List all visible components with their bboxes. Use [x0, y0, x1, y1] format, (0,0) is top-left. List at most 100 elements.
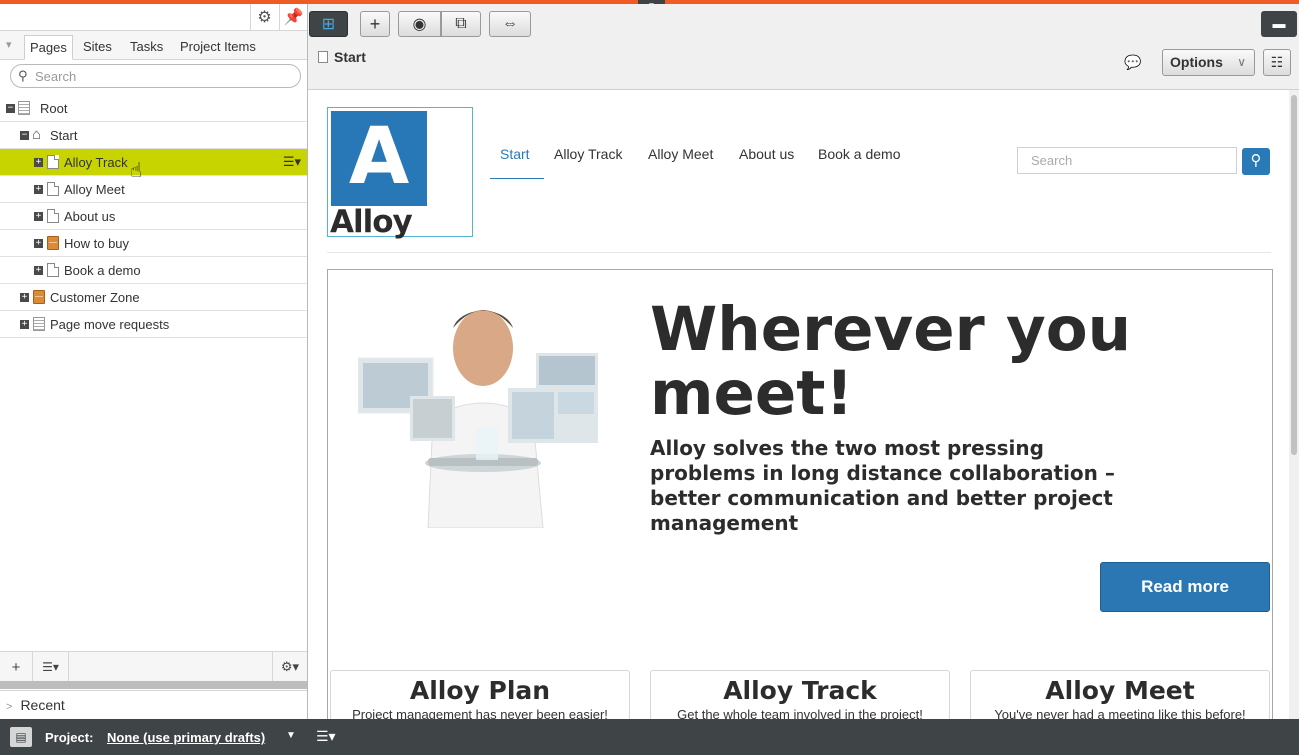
nav-alloy-track[interactable]: Alloy Track: [554, 146, 622, 162]
collapse-icon[interactable]: −: [20, 131, 29, 140]
page-title: Start: [334, 49, 366, 65]
cms-editor: ▼ ⚙ 📌 ▾ Pages Sites Tasks Project Items …: [0, 0, 1299, 755]
scrollbar-thumb[interactable]: [1291, 95, 1297, 455]
preview-scrollbar[interactable]: [1289, 90, 1299, 719]
read-more-button[interactable]: Read more: [1100, 562, 1270, 612]
comment-icon[interactable]: 💬: [1124, 54, 1141, 71]
hero-subtitle: Alloy solves the two most pressing probl…: [650, 436, 1115, 535]
assets-folder-button[interactable]: ▬: [1261, 11, 1297, 37]
hand-cursor-icon: ☝: [130, 160, 143, 182]
product-card-alloy-plan[interactable]: Alloy Plan Project management has never …: [330, 670, 630, 719]
project-bar: ▤ Project: None (use primary drafts) ▼ ☰…: [0, 719, 1299, 755]
page-icon: [47, 182, 59, 196]
header-divider: [327, 252, 1271, 253]
expand-icon[interactable]: +: [34, 266, 43, 275]
recent-label: Recent: [20, 697, 65, 713]
project-label: Project:: [45, 730, 94, 745]
page-tree-toggle-button[interactable]: ⊞: [309, 11, 348, 37]
resize-view-button[interactable]: ⇔: [489, 11, 531, 37]
expand-icon[interactable]: +: [20, 293, 29, 302]
card-text: You've never had a meeting like this bef…: [994, 707, 1246, 719]
product-card-alloy-track[interactable]: Alloy Track Get the whole team involved …: [650, 670, 950, 719]
compare-view-button[interactable]: ⧉: [441, 11, 481, 37]
list-page-icon: [33, 317, 45, 331]
tree-row-alloy-meet[interactable]: + Alloy Meet: [0, 176, 307, 203]
chevron-down-icon: ∨: [1237, 55, 1246, 69]
page-icon: [47, 209, 59, 223]
project-menu-icon[interactable]: ☰▾: [316, 728, 336, 745]
recent-section[interactable]: > Recent: [0, 690, 307, 719]
tree-label: Page move requests: [50, 317, 170, 332]
tree-label: Book a demo: [64, 263, 141, 278]
chevron-right-icon: >: [6, 701, 13, 713]
pane-top-toolbar: ⚙ 📌: [0, 4, 307, 30]
list-view-button[interactable]: ☷: [1263, 49, 1291, 76]
tree-row-alloy-track[interactable]: + Alloy Track ☰▾: [0, 149, 307, 176]
context-menu-icon[interactable]: ☰▾: [283, 154, 301, 170]
card-title: Alloy Track: [723, 676, 877, 705]
create-button[interactable]: +: [360, 11, 390, 37]
tree-label: Root: [40, 101, 68, 116]
page-icon: [318, 51, 328, 63]
hero-block: Wherever you meet! Alloy solves the two …: [327, 269, 1273, 719]
preview-button[interactable]: ◉: [398, 11, 441, 37]
pane-tabs: ▾ Pages Sites Tasks Project Items: [0, 30, 307, 60]
tree-label: Customer Zone: [50, 290, 140, 305]
search-icon: ⚲: [18, 68, 28, 83]
chevron-down-icon[interactable]: ▾: [6, 38, 12, 51]
page-icon: [47, 155, 59, 169]
search-icon: ⚲: [1250, 152, 1262, 169]
tab-tasks[interactable]: Tasks: [125, 35, 168, 60]
page-preview: A Alloy Start Alloy Track Alloy Meet Abo…: [308, 90, 1289, 719]
tree-label: About us: [64, 209, 116, 224]
gear-icon[interactable]: ⚙: [250, 4, 278, 30]
nav-alloy-meet[interactable]: Alloy Meet: [648, 146, 713, 162]
page-tree-search: ⚲: [10, 64, 301, 88]
tree-label: Start: [50, 128, 78, 143]
tree-label: Alloy Meet: [64, 182, 125, 197]
expand-icon[interactable]: +: [34, 212, 43, 221]
site-search-input[interactable]: [1018, 148, 1236, 173]
tab-sites[interactable]: Sites: [78, 35, 117, 60]
project-selector[interactable]: None (use primary drafts): [107, 730, 265, 745]
tab-project-items[interactable]: Project Items: [175, 35, 261, 60]
folder-icon: [47, 236, 59, 250]
nav-about-us[interactable]: About us: [739, 146, 794, 162]
tab-pages[interactable]: Pages: [24, 35, 73, 60]
page-tree-search-input[interactable]: [35, 67, 295, 85]
card-title: Alloy Plan: [409, 676, 551, 705]
add-page-button[interactable]: +: [0, 652, 33, 682]
tree-label: How to buy: [64, 236, 130, 251]
collapse-icon[interactable]: −: [6, 104, 15, 113]
expand-icon[interactable]: +: [34, 158, 43, 167]
options-button[interactable]: Options ∨: [1162, 49, 1255, 76]
expand-icon[interactable]: +: [20, 320, 29, 329]
tree-row-page-move-requests[interactable]: + Page move requests: [0, 311, 307, 338]
tree-row-start[interactable]: − ⌂ Start: [0, 122, 307, 149]
site-logo[interactable]: A Alloy: [327, 107, 473, 240]
tree-row-how-to-buy[interactable]: + How to buy: [0, 230, 307, 257]
settings-menu-button[interactable]: ⚙▾: [272, 652, 307, 682]
tree-row-book-a-demo[interactable]: + Book a demo: [0, 257, 307, 284]
list-page-icon: [18, 101, 30, 115]
chevron-down-icon[interactable]: ▼: [286, 730, 296, 741]
nav-start[interactable]: Start: [500, 146, 530, 162]
product-card-alloy-meet[interactable]: Alloy Meet You've never had a meeting li…: [970, 670, 1270, 719]
options-label: Options: [1170, 54, 1223, 70]
pane-splitter[interactable]: [0, 681, 307, 689]
tree-row-root[interactable]: − Root: [0, 95, 307, 122]
pin-icon[interactable]: 📌: [279, 4, 307, 30]
site-search-button[interactable]: ⚲: [1242, 148, 1270, 175]
tree-row-about-us[interactable]: + About us: [0, 203, 307, 230]
tree-row-customer-zone[interactable]: + Customer Zone: [0, 284, 307, 311]
pane-bottom-toolbar: + ☰▾ ⚙▾: [0, 651, 307, 682]
nav-active-underline: [490, 178, 544, 179]
expand-icon[interactable]: +: [34, 185, 43, 194]
logo-mark: A: [331, 111, 427, 206]
list-menu-button[interactable]: ☰▾: [33, 652, 69, 682]
project-icon[interactable]: ▤: [10, 727, 32, 747]
expand-icon[interactable]: +: [34, 239, 43, 248]
nav-book-a-demo[interactable]: Book a demo: [818, 146, 901, 162]
tree-label: Alloy Track: [64, 155, 128, 170]
hero-title: Wherever you meet!: [650, 294, 1132, 429]
